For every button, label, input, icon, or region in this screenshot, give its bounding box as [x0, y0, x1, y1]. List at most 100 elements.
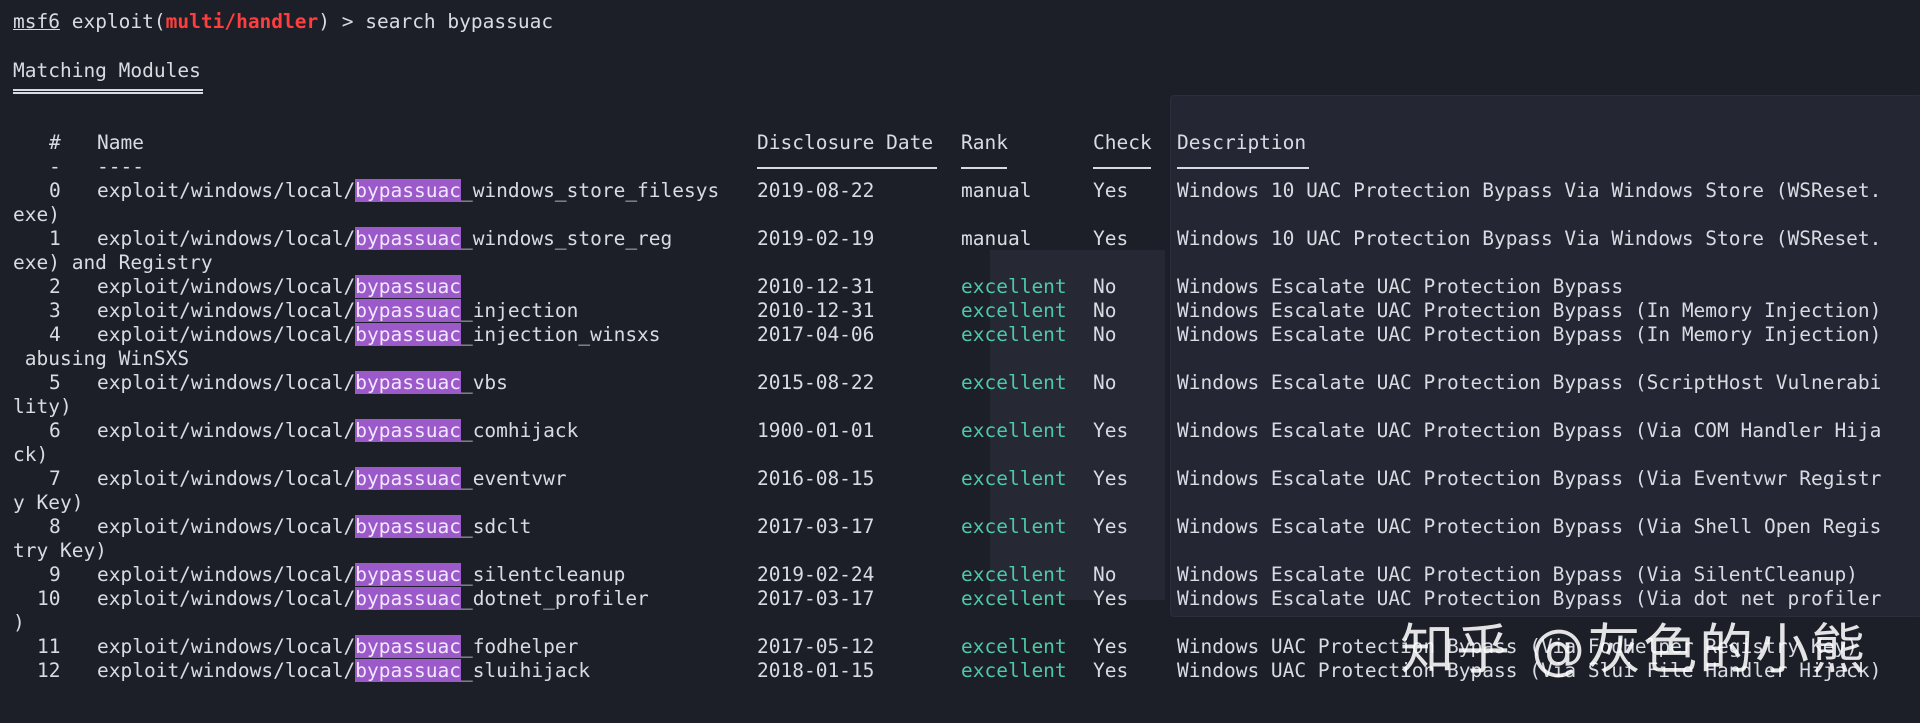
disclosure-date: 1900-01-01	[757, 419, 875, 442]
rank: excellent	[961, 275, 1067, 298]
module-path-prefix: exploit/windows/local/	[97, 467, 356, 490]
module-name: exploit/windows/local/bypassuac_injectio…	[97, 323, 661, 347]
section-title: Matching Modules	[13, 59, 201, 82]
module-name: exploit/windows/local/bypassuac_vbs	[97, 371, 508, 395]
module-path-suffix: _injection_winsxs	[460, 323, 661, 346]
rank: manual	[961, 227, 1032, 250]
description: Windows Escalate UAC Protection Bypass (…	[1177, 515, 1882, 538]
disclosure-date: 2019-02-24	[757, 563, 875, 586]
rank: excellent	[961, 587, 1067, 610]
module-path-suffix: _eventvwr	[460, 467, 567, 490]
disclosure-date: 2019-08-22	[757, 179, 875, 202]
check: Yes	[1093, 659, 1129, 682]
rank: excellent	[961, 299, 1067, 322]
module-path-prefix: exploit/windows/local/	[97, 179, 356, 202]
row-number: 6	[49, 419, 61, 442]
row-number: 7	[49, 467, 61, 490]
check: Yes	[1093, 515, 1129, 538]
module-path-prefix: exploit/windows/local/	[97, 275, 356, 298]
search-match-highlight: bypassuac	[355, 227, 461, 250]
description-wrap: ck)	[13, 443, 49, 466]
disclosure-date: 2017-05-12	[757, 635, 875, 658]
description-wrap: try Key)	[13, 539, 107, 562]
disclosure-date: 2017-03-17	[757, 515, 875, 538]
check: No	[1093, 299, 1117, 322]
disclosure-date: 2010-12-31	[757, 299, 875, 322]
header-description-underline	[1177, 167, 1309, 169]
rank: excellent	[961, 563, 1067, 586]
row-number: 3	[49, 299, 61, 322]
check: No	[1093, 323, 1117, 346]
rank: excellent	[961, 323, 1067, 346]
row-number: 4	[49, 323, 61, 346]
module-name: exploit/windows/local/bypassuac_sdclt	[97, 515, 531, 539]
check: Yes	[1093, 635, 1129, 658]
header-description: Description	[1177, 131, 1307, 154]
module-path-suffix: _injection	[460, 299, 579, 322]
check: Yes	[1093, 227, 1129, 250]
description-wrap: y Key)	[13, 491, 84, 514]
module-path-prefix: exploit/windows/local/	[97, 419, 356, 442]
disclosure-date: 2017-03-17	[757, 587, 875, 610]
search-match-highlight: bypassuac	[355, 275, 461, 298]
module-path-suffix: _sluihijack	[460, 659, 591, 682]
typed-command: search bypassuac	[365, 10, 554, 33]
header-name-underline: ----	[97, 155, 144, 178]
rank: excellent	[961, 467, 1067, 490]
search-match-highlight: bypassuac	[355, 371, 461, 394]
description-wrap: lity)	[13, 395, 72, 418]
module-path-suffix: _dotnet_profiler	[460, 587, 649, 610]
description-wrap: exe) and Registry	[13, 251, 213, 274]
disclosure-date: 2019-02-19	[757, 227, 875, 250]
row-number: 11	[37, 635, 61, 658]
description: Windows Escalate UAC Protection Bypass (…	[1177, 563, 1858, 586]
prompt-caret: ) >	[318, 10, 366, 33]
check: No	[1093, 563, 1117, 586]
module-path-prefix: exploit/windows/local/	[97, 587, 356, 610]
disclosure-date: 2015-08-22	[757, 371, 875, 394]
header-rank: Rank	[961, 131, 1008, 154]
module-name: exploit/windows/local/bypassuac	[97, 275, 461, 299]
description: Windows Escalate UAC Protection Bypass (…	[1177, 419, 1882, 442]
description: Windows Escalate UAC Protection Bypass (…	[1177, 467, 1882, 490]
header-rank-underline	[961, 167, 1007, 169]
module-path-prefix: exploit/windows/local/	[97, 323, 356, 346]
module-path-prefix: exploit/windows/local/	[97, 227, 356, 250]
rank: excellent	[961, 659, 1067, 682]
description: Windows 10 UAC Protection Bypass Via Win…	[1177, 227, 1882, 250]
module-path-prefix: exploit/windows/local/	[97, 563, 356, 586]
row-number: 1	[49, 227, 61, 250]
module-name: exploit/windows/local/bypassuac_silentcl…	[97, 563, 625, 587]
prompt-exploit-label: exploit(	[59, 10, 166, 33]
search-match-highlight: bypassuac	[355, 179, 461, 202]
module-path-prefix: exploit/windows/local/	[97, 371, 356, 394]
description: Windows Escalate UAC Protection Bypass	[1177, 275, 1624, 298]
description: Windows 10 UAC Protection Bypass Via Win…	[1177, 179, 1882, 202]
header-check: Check	[1093, 131, 1152, 154]
module-path-suffix: _windows_store_filesys	[460, 179, 720, 202]
disclosure-date: 2016-08-15	[757, 467, 875, 490]
module-name: exploit/windows/local/bypassuac_sluihija…	[97, 659, 590, 683]
section-title-underline	[13, 89, 203, 94]
description: Windows Escalate UAC Protection Bypass (…	[1177, 299, 1882, 322]
module-path-prefix: exploit/windows/local/	[97, 515, 356, 538]
search-match-highlight: bypassuac	[355, 659, 461, 682]
search-match-highlight: bypassuac	[355, 515, 461, 538]
check: No	[1093, 371, 1117, 394]
rank: manual	[961, 179, 1032, 202]
row-number: 10	[37, 587, 61, 610]
header-disclosure-date: Disclosure Date	[757, 131, 934, 154]
module-name: exploit/windows/local/bypassuac_windows_…	[97, 179, 719, 203]
description-wrap: )	[13, 611, 25, 634]
rank: excellent	[961, 371, 1067, 394]
module-path-prefix: exploit/windows/local/	[97, 299, 356, 322]
search-match-highlight: bypassuac	[355, 419, 461, 442]
module-name: exploit/windows/local/bypassuac_fodhelpe…	[97, 635, 578, 659]
disclosure-date: 2017-04-06	[757, 323, 875, 346]
check: Yes	[1093, 587, 1129, 610]
search-match-highlight: bypassuac	[355, 299, 461, 322]
module-path-suffix: _vbs	[460, 371, 508, 394]
disclosure-date: 2018-01-15	[757, 659, 875, 682]
description-wrap: exe)	[13, 203, 60, 226]
rank: excellent	[961, 419, 1067, 442]
